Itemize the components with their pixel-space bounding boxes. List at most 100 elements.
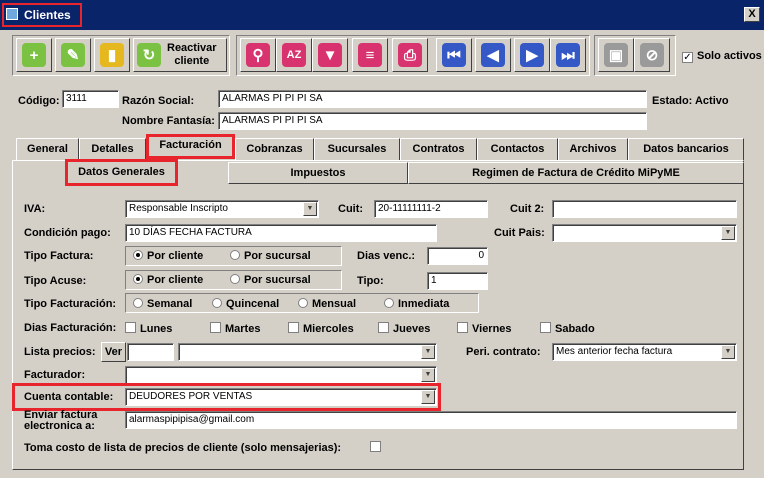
radio-icon[interactable]	[384, 298, 394, 308]
trash-icon: ▮	[100, 43, 124, 67]
subtab-regimen-mipyme[interactable]: Regimen de Factura de Crédito MiPyME	[408, 162, 744, 184]
close-button[interactable]: X	[744, 7, 760, 22]
reactivar-cliente-button[interactable]: ↻ Reactivar cliente	[133, 38, 227, 72]
sort-button[interactable]: AZ	[276, 38, 312, 72]
chevron-down-icon[interactable]: ▼	[721, 345, 735, 359]
report-button[interactable]: ≡	[352, 38, 388, 72]
first-record-button[interactable]: ⏮	[436, 38, 472, 72]
tipo-acuse-por-sucursal[interactable]: Por sucursal	[230, 274, 311, 286]
enviar-factura-field[interactable]: alarmaspipipisa@gmail.com	[125, 411, 737, 429]
previous-record-button[interactable]: ◀	[475, 38, 511, 72]
radio-icon[interactable]	[298, 298, 308, 308]
tab-contactos[interactable]: Contactos	[477, 138, 558, 160]
option-semanal[interactable]: Semanal	[133, 298, 192, 310]
radio-icon[interactable]	[133, 298, 143, 308]
ver-button[interactable]: Ver	[101, 342, 126, 362]
option-quincenal[interactable]: Quincenal	[212, 298, 279, 310]
tipo-facturacion-label: Tipo Facturación:	[24, 298, 117, 310]
condicion-pago-field[interactable]: 10 DÍAS FECHA FACTURA	[125, 224, 437, 242]
cancel-icon: ⊘	[640, 43, 664, 67]
tipo-factura-por-cliente[interactable]: Por cliente	[133, 250, 203, 262]
delete-button[interactable]: ▮	[94, 38, 130, 72]
codigo-field[interactable]: 3111	[62, 90, 119, 108]
iva-select[interactable]: Responsable Inscripto ▼	[125, 200, 319, 218]
sort-az-icon: AZ	[282, 43, 306, 67]
cuenta-contable-select[interactable]: DEUDORES POR VENTAS ▼	[125, 388, 437, 406]
check-sabado[interactable]: Sabado	[540, 322, 595, 335]
checkbox-icon[interactable]	[540, 322, 551, 333]
chevron-down-icon[interactable]: ▼	[421, 390, 435, 404]
option-mensual[interactable]: Mensual	[298, 298, 356, 310]
edit-button[interactable]: ✎	[55, 38, 91, 72]
cuit-pais-label: Cuit Pais:	[494, 227, 545, 239]
razon-social-field[interactable]: ALARMAS PI PI PI SA	[218, 90, 647, 108]
toma-costo-label: Toma costo de lista de precios de client…	[24, 442, 342, 454]
tab-detalles[interactable]: Detalles	[79, 138, 146, 160]
tipo-factura-por-sucursal[interactable]: Por sucursal	[230, 250, 311, 262]
checkbox-icon[interactable]	[125, 322, 136, 333]
check-martes[interactable]: Martes	[210, 322, 260, 335]
save-button[interactable]: ▣	[598, 38, 634, 72]
add-button[interactable]: +	[16, 38, 52, 72]
checkbox-icon[interactable]	[370, 441, 381, 452]
tab-datos-bancarios[interactable]: Datos bancarios	[628, 138, 744, 160]
dias-venc-label: Dias venc.:	[357, 250, 416, 262]
chevron-down-icon[interactable]: ▼	[303, 202, 317, 216]
checkbox-icon[interactable]	[210, 322, 221, 333]
radio-icon[interactable]	[230, 274, 240, 284]
dias-facturacion-label: Dias Facturación:	[24, 322, 117, 334]
search-button[interactable]: ⚲	[240, 38, 276, 72]
cuit-pais-select[interactable]: ▼	[552, 224, 737, 242]
tab-facturacion[interactable]: Facturación	[146, 134, 235, 159]
next-icon: ▶	[520, 43, 544, 67]
iva-label: IVA:	[24, 203, 46, 215]
radio-icon[interactable]	[230, 250, 240, 260]
chevron-down-icon[interactable]: ▼	[421, 345, 435, 359]
next-record-button[interactable]: ▶	[514, 38, 550, 72]
radio-icon[interactable]	[133, 274, 143, 284]
toma-costo-checkbox[interactable]	[370, 441, 385, 454]
cuenta-contable-label: Cuenta contable:	[24, 391, 114, 403]
checkbox-icon[interactable]	[457, 322, 468, 333]
filter-button[interactable]: ▼	[312, 38, 348, 72]
tab-sucursales[interactable]: Sucursales	[314, 138, 400, 160]
checkbox-icon[interactable]	[288, 322, 299, 333]
refresh-icon: ↻	[137, 43, 161, 67]
dias-venc-field[interactable]: 0	[427, 247, 488, 265]
last-record-button[interactable]: ⏭	[550, 38, 586, 72]
check-jueves[interactable]: Jueves	[378, 322, 430, 335]
nombre-fantasia-field[interactable]: ALARMAS PI PI PI SA	[218, 112, 647, 130]
peri-contrato-value: Mes anterior fecha factura	[556, 346, 673, 357]
cuit2-field[interactable]	[552, 200, 737, 218]
radio-icon[interactable]	[212, 298, 222, 308]
chevron-down-icon[interactable]: ▼	[721, 226, 735, 240]
cancel-button[interactable]: ⊘	[634, 38, 670, 72]
cuit-field[interactable]: 20-11111111-2	[374, 200, 488, 218]
tipo-field[interactable]: 1	[427, 272, 488, 290]
first-icon: ⏮	[442, 43, 466, 67]
previous-icon: ◀	[481, 43, 505, 67]
check-lunes[interactable]: Lunes	[125, 322, 172, 335]
checkbox-icon[interactable]	[378, 322, 389, 333]
subtab-impuestos[interactable]: Impuestos	[228, 162, 408, 184]
tipo-label: Tipo:	[357, 275, 384, 287]
solo-activos-toggle[interactable]: ✓ Solo activos	[682, 50, 762, 63]
lista-precios-select[interactable]: ▼	[178, 343, 437, 361]
facturador-select[interactable]: ▼	[125, 366, 437, 384]
tab-cobranzas[interactable]: Cobranzas	[235, 138, 314, 160]
solo-activos-checkbox[interactable]: ✓	[682, 52, 693, 63]
radio-icon[interactable]	[133, 250, 143, 260]
chevron-down-icon[interactable]: ▼	[421, 368, 435, 382]
tab-archivos[interactable]: Archivos	[558, 138, 628, 160]
peri-contrato-select[interactable]: Mes anterior fecha factura ▼	[552, 343, 737, 361]
check-miercoles[interactable]: Miercoles	[288, 322, 354, 335]
subtab-datos-generales[interactable]: Datos Generales	[65, 159, 178, 186]
peri-contrato-label: Peri. contrato:	[466, 346, 541, 358]
tab-general[interactable]: General	[16, 138, 79, 160]
print-button[interactable]: ⎙	[392, 38, 428, 72]
lista-precios-code-field[interactable]	[127, 343, 174, 361]
option-inmediata[interactable]: Inmediata	[384, 298, 449, 310]
tipo-acuse-por-cliente[interactable]: Por cliente	[133, 274, 203, 286]
tab-contratos[interactable]: Contratos	[400, 138, 477, 160]
check-viernes[interactable]: Viernes	[457, 322, 512, 335]
